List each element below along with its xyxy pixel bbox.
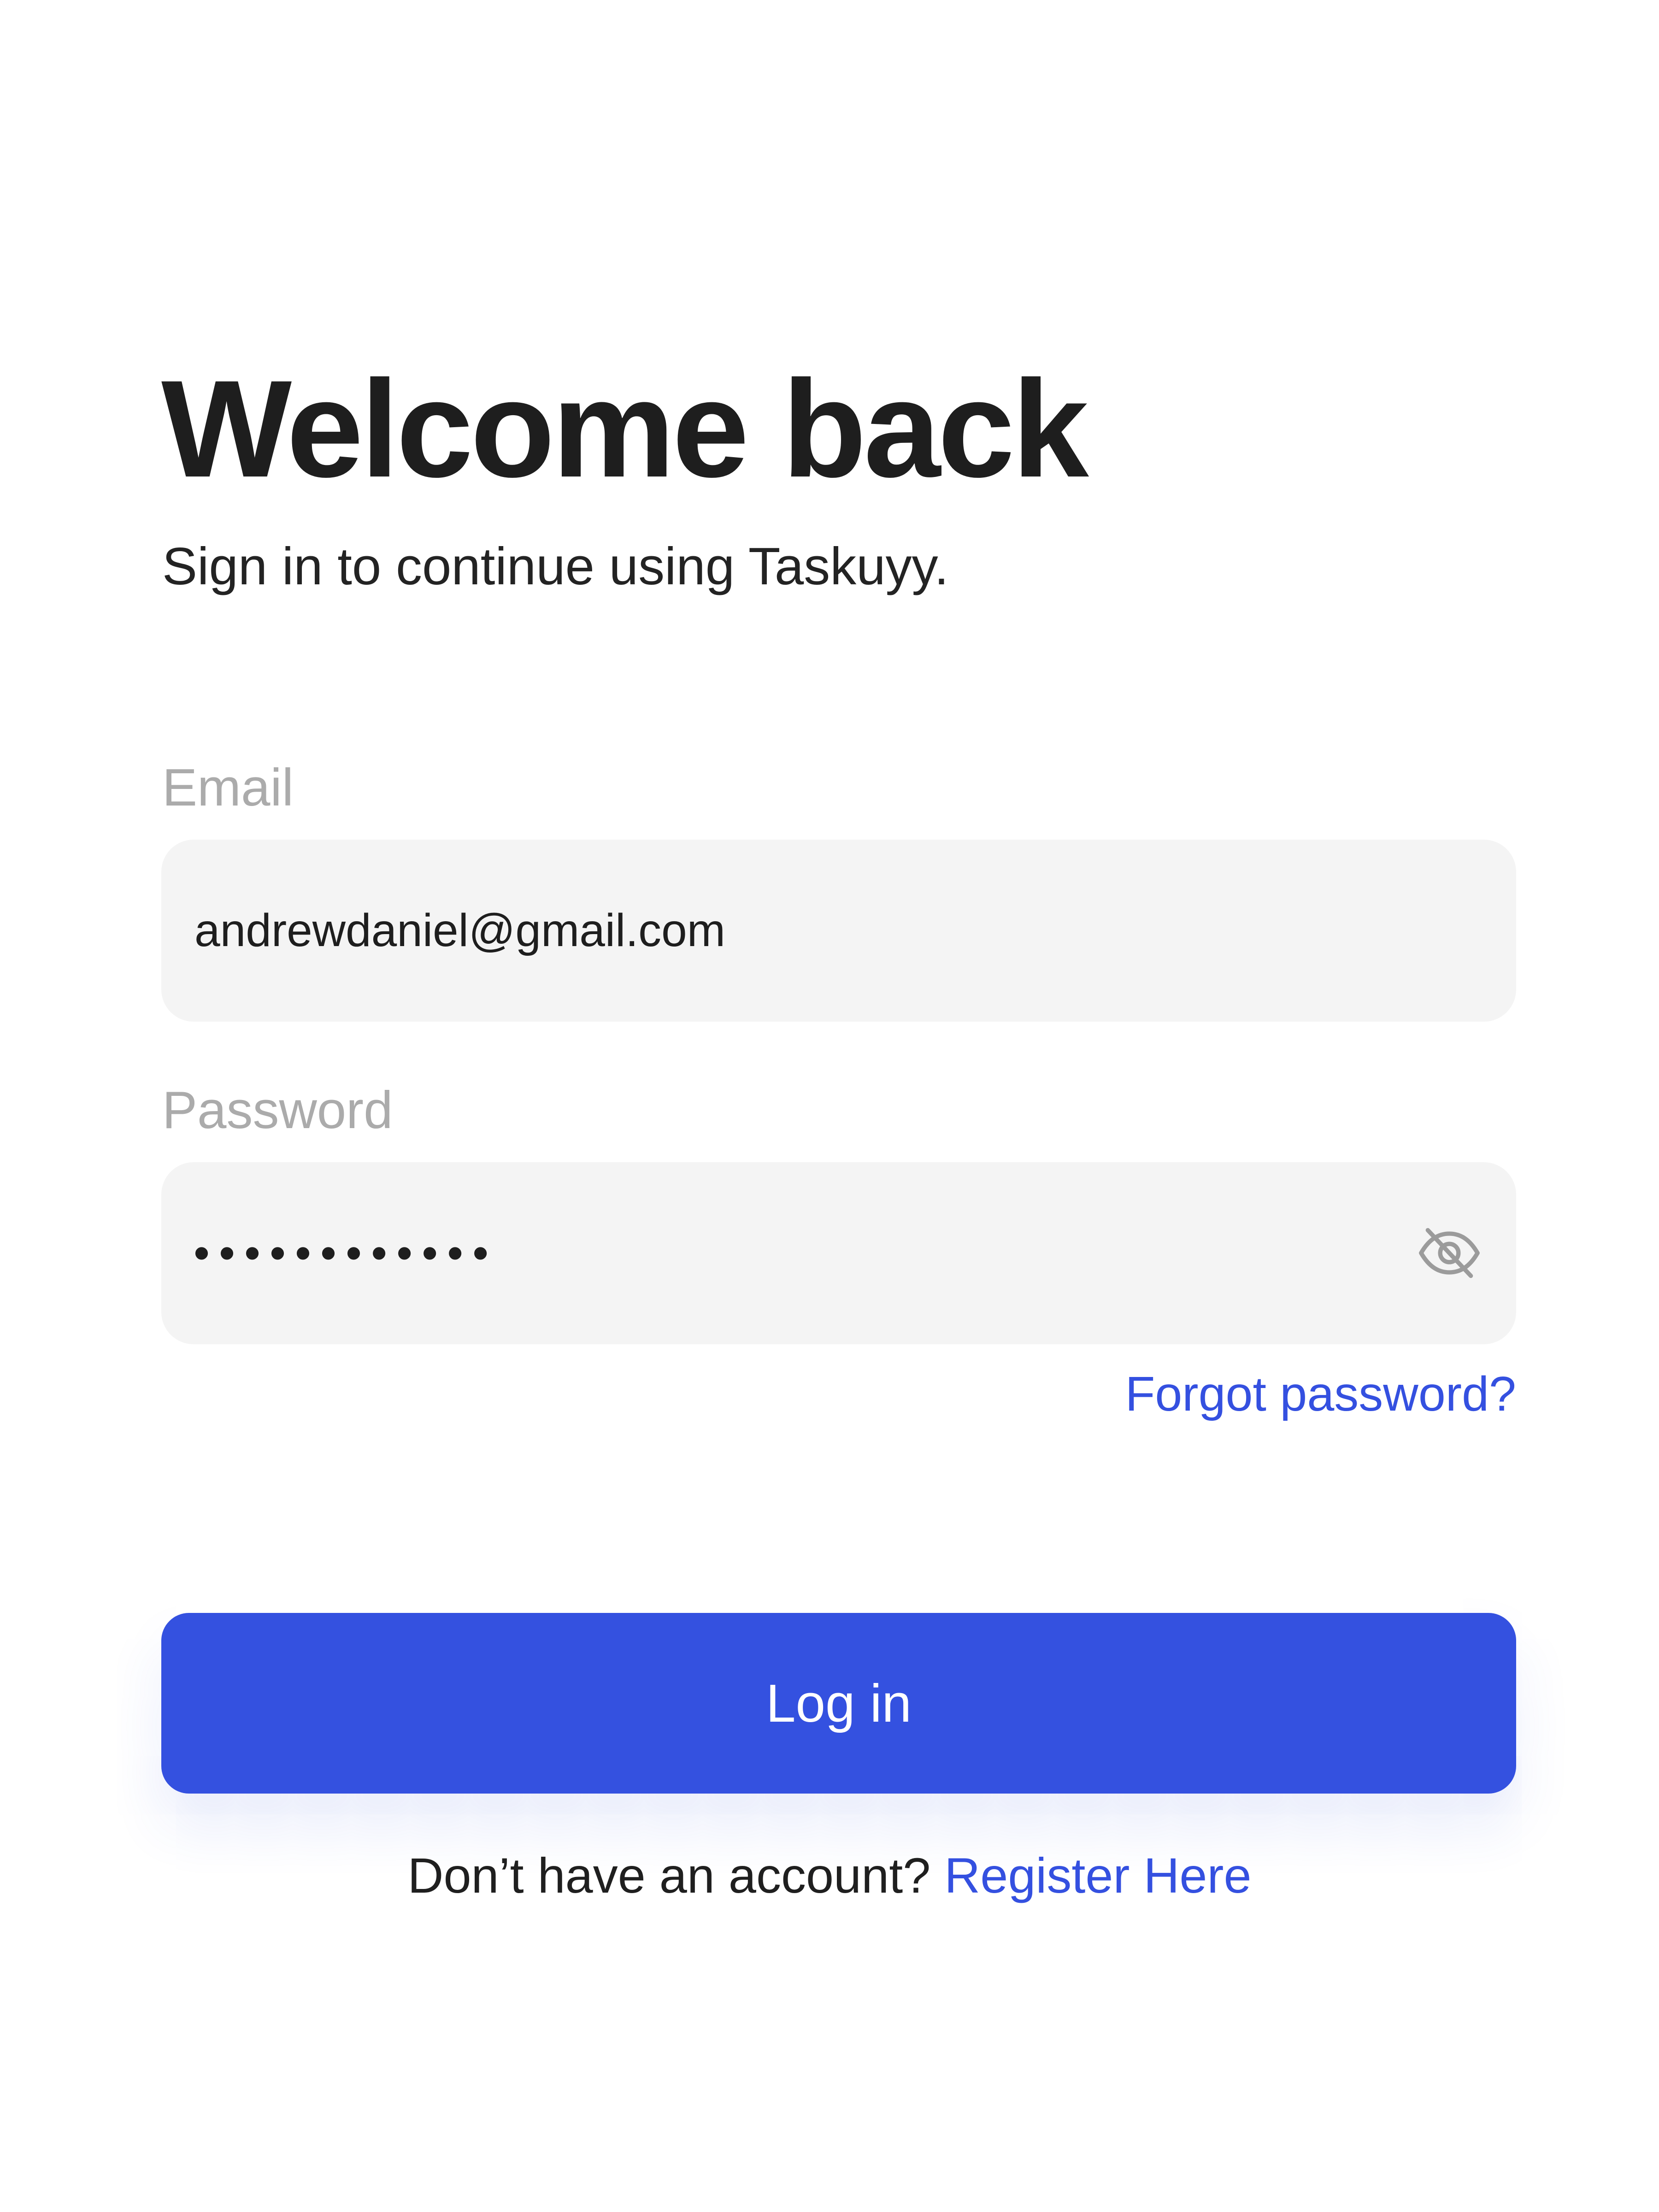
forgot-password-link[interactable]: Forgot password? (1125, 1364, 1516, 1424)
page-title: Welcome back (161, 351, 1089, 506)
page-subtitle: Sign in to continue using Taskuyy. (162, 537, 949, 596)
password-field[interactable]: •••••••••••• (161, 1162, 1516, 1344)
register-row: Don’t have an account? Register Here (0, 1843, 1659, 1908)
email-field[interactable]: andrewdaniel@gmail.com (161, 840, 1516, 1022)
password-label: Password (162, 1081, 393, 1140)
email-value: andrewdaniel@gmail.com (194, 905, 726, 956)
register-link[interactable]: Register Here (944, 1847, 1251, 1903)
email-label: Email (162, 759, 294, 817)
login-button[interactable]: Log in (161, 1613, 1516, 1794)
eye-off-icon[interactable] (1417, 1223, 1482, 1283)
login-screen: Welcome back Sign in to continue using T… (0, 0, 1659, 2212)
password-masked-value: •••••••••••• (194, 1227, 498, 1279)
register-prompt: Don’t have an account? (407, 1847, 931, 1903)
